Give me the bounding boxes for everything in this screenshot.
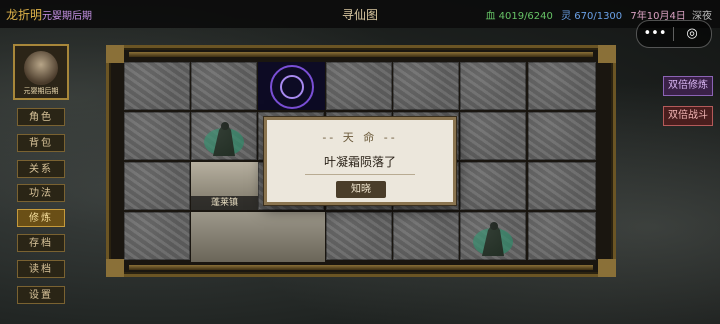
dialog-divider: [305, 174, 415, 175]
map-tile[interactable]: [191, 62, 257, 110]
menu-button-character[interactable]: 角色: [17, 108, 65, 126]
close-icon[interactable]: ◎: [674, 21, 710, 47]
double-battle-button[interactable]: 双倍战斗: [663, 106, 713, 126]
map-tile[interactable]: [124, 112, 190, 160]
mini-program-capsule: ••• ◎: [636, 20, 712, 48]
ghost-monster-icon: [473, 222, 513, 256]
map-tile[interactable]: [528, 62, 596, 110]
frame-corner: [598, 45, 616, 63]
menu-button-skills[interactable]: 功法: [17, 184, 65, 202]
menu-button-relations[interactable]: 关系: [17, 160, 65, 178]
portal-core: [280, 75, 304, 99]
map-tile[interactable]: [124, 162, 190, 210]
hp-stat: 血 4019/6240: [485, 11, 553, 22]
frame-corner: [598, 259, 616, 277]
map-tile[interactable]: [460, 112, 526, 160]
town-tile[interactable]: 蓬莱镇: [191, 162, 258, 210]
dialog-title: -- 天 命 --: [322, 131, 398, 144]
double-cultivate-button[interactable]: 双倍修炼: [663, 76, 713, 96]
menu-button-load[interactable]: 读档: [17, 260, 65, 278]
menu-button-cultivate[interactable]: 修炼: [17, 209, 65, 227]
map-tile[interactable]: [393, 62, 459, 110]
town-walls-tile[interactable]: [191, 212, 325, 262]
avatar-caption: 元婴期后期: [23, 87, 59, 95]
map-tile[interactable]: [460, 62, 526, 110]
map-tile[interactable]: [528, 112, 596, 160]
ghost-monster-icon: [204, 122, 244, 156]
map-tile[interactable]: [528, 212, 596, 260]
map-tile[interactable]: [326, 62, 392, 110]
map-tile[interactable]: [393, 212, 459, 260]
dialog-message: 叶凝霜陨落了: [323, 155, 396, 169]
map-tile[interactable]: [326, 212, 392, 260]
map-tile-monster[interactable]: [460, 212, 526, 260]
frame-corner: [106, 45, 124, 63]
menu-button-bag[interactable]: 背包: [17, 134, 65, 152]
acknowledge-button[interactable]: 知晓: [336, 181, 386, 198]
portal-tile[interactable]: [258, 62, 325, 110]
menu-button-settings[interactable]: 设置: [17, 286, 65, 304]
frame-corner: [106, 259, 124, 277]
frame-top-bar: [129, 52, 593, 57]
map-tile-monster[interactable]: [191, 112, 257, 160]
map-tile[interactable]: [124, 62, 190, 110]
menu-button-save[interactable]: 存档: [17, 234, 65, 252]
spirit-stat: 灵 670/1300: [561, 11, 623, 22]
frame-bottom-bar: [129, 265, 593, 270]
map-tile[interactable]: [124, 212, 190, 260]
fate-dialog: -- 天 命 -- 叶凝霜陨落了 知晓: [264, 117, 456, 205]
more-icon[interactable]: •••: [637, 21, 673, 47]
avatar[interactable]: 元婴期后期: [13, 44, 69, 100]
map-tile[interactable]: [460, 162, 526, 210]
top-bar: 龙折明 元婴期后期 寻仙图 血 4019/6240 灵 670/1300 7年1…: [0, 0, 720, 28]
avatar-portrait: [24, 51, 58, 85]
town-label: 蓬莱镇: [191, 196, 258, 210]
map-tile[interactable]: [528, 162, 596, 210]
